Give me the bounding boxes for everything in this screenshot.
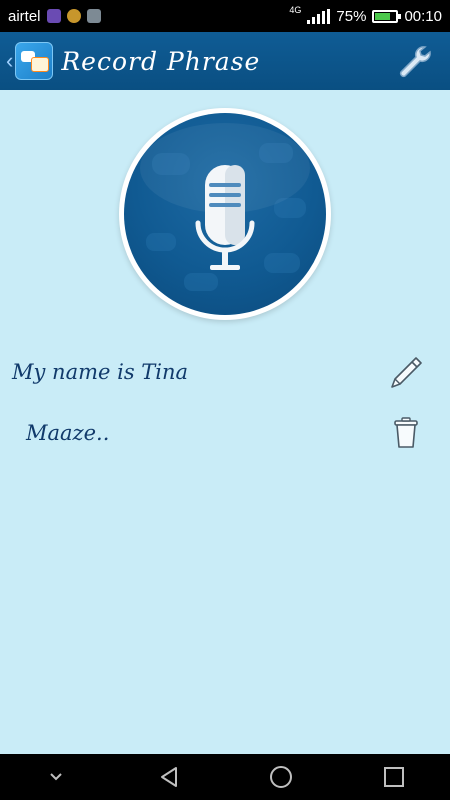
network-type: 4G <box>289 5 302 15</box>
status-left: airtel <box>8 8 101 25</box>
back-triangle-icon[interactable] <box>149 757 189 797</box>
signal-icon <box>307 8 331 24</box>
app-logo-icon[interactable] <box>15 42 54 80</box>
battery-percent: 75% <box>336 7 367 25</box>
record-button-circle <box>124 113 326 315</box>
list-item[interactable]: Maaze.. <box>0 408 450 458</box>
list-item[interactable]: My name is Tina <box>0 347 450 397</box>
navigation-bar <box>0 754 450 800</box>
status-right: 4G 75% 00:10 <box>289 5 442 25</box>
hide-keyboard-icon[interactable] <box>36 757 76 797</box>
h-app-icon <box>66 9 81 23</box>
trash-icon[interactable] <box>388 415 424 451</box>
phrase-text: Maaze.. <box>26 421 110 445</box>
play-store-icon <box>86 9 101 23</box>
app-bar: ‹ Record Phrase <box>0 32 450 90</box>
record-button[interactable] <box>119 108 331 320</box>
chevron-left-icon[interactable]: ‹ <box>6 48 13 74</box>
carrier-name: airtel <box>8 7 41 25</box>
wrench-icon[interactable] <box>394 41 434 81</box>
microphone-icon <box>140 123 310 291</box>
pencil-icon[interactable] <box>388 354 424 390</box>
page-title: Record Phrase <box>61 46 261 76</box>
home-circle-icon[interactable] <box>261 757 301 797</box>
clock: 00:10 <box>404 7 442 25</box>
phrase-text: My name is Tina <box>12 360 189 384</box>
battery-icon <box>372 9 402 23</box>
recents-square-icon[interactable] <box>374 757 414 797</box>
status-bar: airtel 4G 75% 00:10 <box>0 0 450 32</box>
image-icon <box>46 9 61 23</box>
